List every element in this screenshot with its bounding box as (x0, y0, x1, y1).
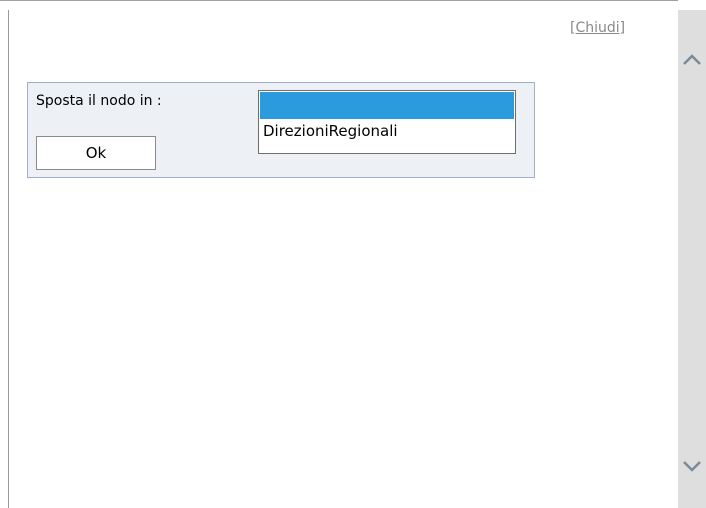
window-left-border (8, 10, 9, 508)
chevron-up-icon[interactable] (678, 46, 706, 74)
destination-listbox[interactable]: DirezioniRegionali (258, 90, 516, 154)
move-node-window: [Chiudi] Sposta il nodo in : DirezioniRe… (0, 0, 706, 508)
move-node-label: Sposta il nodo in : (36, 93, 162, 109)
listbox-option-empty-selected[interactable] (260, 92, 514, 119)
close-link[interactable]: [Chiudi] (570, 20, 625, 36)
vertical-scrollbar[interactable] (678, 10, 706, 508)
window-top-border (0, 0, 678, 10)
ok-button[interactable]: Ok (36, 136, 156, 170)
move-node-panel: Sposta il nodo in : DirezioniRegionali O… (27, 82, 535, 178)
listbox-option-direzioni-regionali[interactable]: DirezioniRegionali (263, 122, 398, 140)
chevron-down-icon[interactable] (678, 452, 706, 480)
